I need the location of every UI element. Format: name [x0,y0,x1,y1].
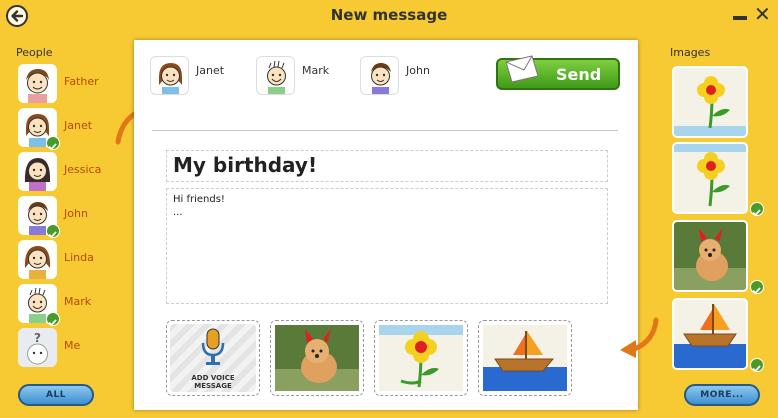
voice-label: ADD VOICE MESSAGE [191,374,235,390]
close-button[interactable]: ✕ [754,3,771,25]
envelope-icon [505,55,539,83]
person-item-me[interactable]: ? Me [18,328,118,368]
svg-text:?: ? [34,331,41,345]
boat-image [674,300,746,368]
message-body-field[interactable]: Hi friends! ... [166,188,608,304]
people-label: People [16,46,53,59]
image-thumb-puppy[interactable] [672,220,748,292]
subject-field[interactable]: My birthday! [166,150,608,182]
check-icon [750,202,764,217]
curved-arrow-icon [620,317,659,358]
person-item-john[interactable]: John [18,196,118,239]
person-name: John [64,207,88,220]
image-thumb-flower-2[interactable] [672,142,748,214]
john-avatar [360,56,399,95]
person-item-father[interactable]: Father [18,64,118,104]
divider [152,130,618,131]
recipient-name: John [406,64,430,77]
recipient-name: Mark [302,64,330,77]
attachment-boat[interactable] [478,320,572,396]
puppy-image [674,222,746,290]
message-sheet: Janet Mark John Send My birthday! Hi fri… [134,40,638,410]
father-avatar [18,64,57,103]
puppy-image [275,325,359,391]
person-name: Father [64,75,99,88]
flower-image [674,68,746,136]
send-button[interactable]: Send [496,55,620,90]
check-icon [46,224,60,239]
page-title: New message [330,6,448,24]
microphone-icon [201,328,225,365]
person-item-janet[interactable]: Janet [18,108,118,151]
check-icon [46,312,60,327]
person-name: Mark [64,295,92,308]
check-icon [750,280,764,295]
person-item-mark[interactable]: Mark [18,284,118,327]
image-thumb-flower-1[interactable] [672,66,748,138]
person-item-jessica[interactable]: Jessica [18,152,118,192]
minimize-button[interactable] [733,16,747,20]
recipient-name: Janet [196,64,225,77]
images-label: Images [670,46,711,59]
janet-avatar [150,56,189,95]
boat-image [483,325,567,391]
person-item-linda[interactable]: Linda [18,240,118,280]
mark-avatar [256,56,295,95]
flower-image [674,144,746,212]
recipient-janet[interactable]: Janet [150,56,250,96]
more-images-button[interactable]: MORE... [684,384,760,406]
jessica-avatar [18,152,57,191]
check-icon [46,136,60,151]
recipient-mark[interactable]: Mark [256,56,356,96]
add-voice-message-button[interactable]: ADD VOICE MESSAGE [166,320,260,396]
person-name: Janet [64,119,93,132]
person-name: Me [64,339,81,352]
person-name: Jessica [64,163,102,176]
check-icon [750,358,764,373]
linda-avatar [18,240,57,279]
me-avatar: ? [18,328,57,367]
recipient-john[interactable]: John [360,56,460,96]
attachment-puppy[interactable] [270,320,364,396]
attachment-flower[interactable] [374,320,468,396]
send-label: Send [556,65,602,84]
title-bar: New message ✕ [0,0,778,34]
person-name: Linda [64,251,94,264]
flower-image [379,325,463,391]
image-thumb-boat[interactable] [672,298,748,370]
all-button[interactable]: ALL [18,384,94,406]
